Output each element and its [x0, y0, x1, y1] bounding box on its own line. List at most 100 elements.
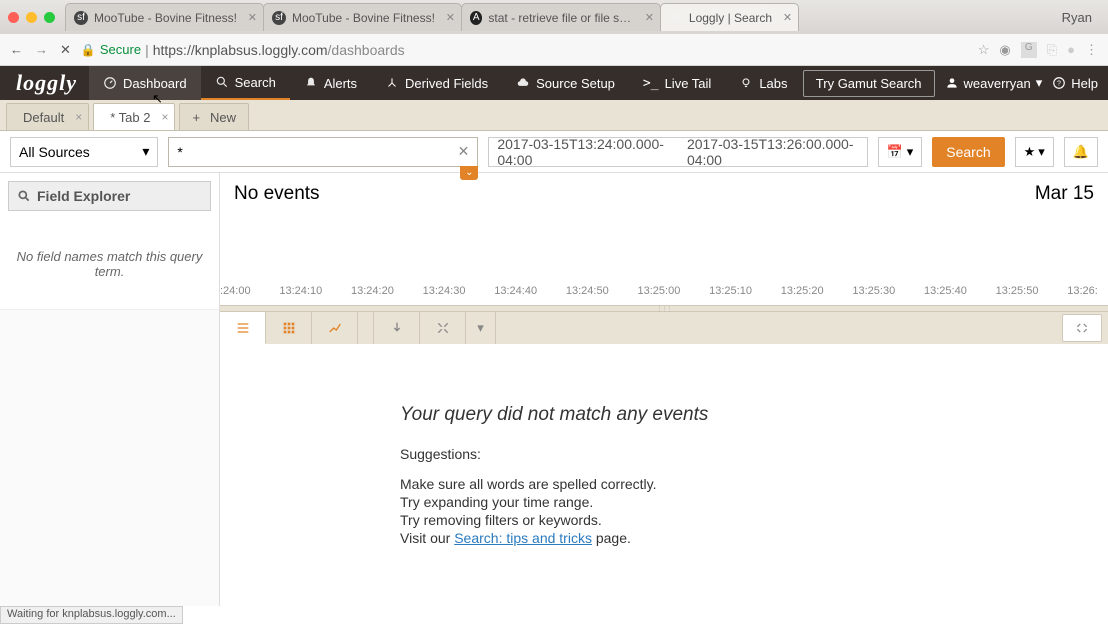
- grid-icon: [281, 320, 297, 336]
- menu-icon[interactable]: ⋮: [1085, 42, 1098, 58]
- close-tab-icon[interactable]: ✕: [446, 11, 455, 24]
- favicon-icon: sf: [272, 11, 286, 25]
- extension-icon[interactable]: ⎘: [1047, 42, 1057, 58]
- nav-label: Derived Fields: [405, 76, 488, 91]
- field-explorer-header[interactable]: Field Explorer: [8, 181, 211, 211]
- nav-source-setup[interactable]: Source Setup: [502, 66, 629, 100]
- window-controls[interactable]: [8, 12, 55, 23]
- stop-icon[interactable]: ✕: [60, 42, 71, 58]
- search-button[interactable]: Search: [932, 137, 1004, 167]
- chart-view-button[interactable]: [312, 312, 358, 344]
- browser-tab-strip: sf MooTube - Bovine Fitness! ✕ sf MooTub…: [0, 0, 1108, 34]
- help-link[interactable]: ? Help: [1052, 76, 1098, 91]
- svg-text:?: ?: [1057, 80, 1061, 87]
- tick: :24:00: [220, 285, 251, 297]
- horizontal-splitter[interactable]: [220, 305, 1108, 312]
- download-button[interactable]: [374, 312, 420, 344]
- nav-labs[interactable]: Labs: [725, 66, 801, 100]
- tick: 13:25:40: [924, 285, 967, 297]
- collapse-panel-button[interactable]: [1062, 314, 1102, 342]
- close-window-icon[interactable]: [8, 12, 19, 23]
- search-tab-default[interactable]: Default ×: [6, 103, 89, 130]
- left-panel: Field Explorer No field names match this…: [0, 173, 220, 606]
- calendar-button[interactable]: 📅 ▾: [878, 137, 923, 167]
- tick: 13:24:20: [351, 285, 394, 297]
- view-toolbar: ▾: [220, 312, 1108, 344]
- expand-icon: [435, 320, 451, 336]
- nav-alerts[interactable]: Alerts: [290, 66, 371, 100]
- browser-tab[interactable]: A stat - retrieve file or file system ✕: [461, 3, 661, 31]
- nav-live-tail[interactable]: >_ Live Tail: [629, 66, 725, 100]
- minimize-window-icon[interactable]: [26, 12, 37, 23]
- close-icon[interactable]: ×: [161, 110, 168, 124]
- close-tab-icon[interactable]: ✕: [248, 11, 257, 24]
- list-view-button[interactable]: [220, 312, 266, 344]
- search-tab-active[interactable]: * Tab 2 ×: [93, 103, 175, 130]
- suggestion-line: Make sure all words are spelled correctl…: [400, 476, 1068, 492]
- extension-icon[interactable]: G: [1021, 42, 1037, 58]
- new-label: New: [210, 110, 236, 125]
- browser-tab-active[interactable]: ◌ Loggly | Search ✕: [660, 3, 799, 31]
- caret-down-icon: ▾: [142, 143, 149, 160]
- tick: 13:25:30: [852, 285, 895, 297]
- nav-dashboard[interactable]: Dashboard: [89, 66, 201, 100]
- maximize-window-icon[interactable]: [44, 12, 55, 23]
- more-button[interactable]: ▾: [466, 312, 496, 344]
- tick: 13:25:10: [709, 285, 752, 297]
- nav-label: Source Setup: [536, 76, 615, 91]
- url-display[interactable]: 🔒 Secure | https://knplabsus.loggly.com/…: [81, 42, 968, 58]
- favorites-button[interactable]: ★ ▾: [1015, 137, 1054, 167]
- expand-button[interactable]: [420, 312, 466, 344]
- user-menu[interactable]: weaverryan ▾: [945, 75, 1043, 91]
- tick: 13:24:10: [279, 285, 322, 297]
- help-label: Help: [1071, 76, 1098, 91]
- browser-address-bar: ← → ✕ 🔒 Secure | https://knplabsus.loggl…: [0, 34, 1108, 66]
- source-select[interactable]: All Sources ▾: [10, 137, 158, 167]
- query-input[interactable]: * ✕ ⌄: [168, 137, 478, 167]
- no-results-heading: Your query did not match any events: [400, 404, 1068, 426]
- browser-tab[interactable]: sf MooTube - Bovine Fitness! ✕: [65, 3, 264, 31]
- caret-down-icon: ▾: [1036, 75, 1043, 91]
- suggestion-line: Try removing filters or keywords.: [400, 512, 1068, 528]
- favicon-icon: A: [470, 11, 483, 25]
- field-explorer-label: Field Explorer: [37, 188, 130, 204]
- user-icon: [945, 76, 959, 90]
- nav-label: Labs: [759, 76, 787, 91]
- loggly-logo[interactable]: loggly: [16, 66, 77, 100]
- tick: 13:24:30: [423, 285, 466, 297]
- browser-tab[interactable]: sf MooTube - Bovine Fitness! ✕: [263, 3, 462, 31]
- loading-spinner-icon: ◌: [669, 11, 683, 25]
- tick: 13:24:50: [566, 285, 609, 297]
- terminal-icon: >_: [643, 76, 659, 91]
- close-tab-icon[interactable]: ✕: [783, 11, 792, 24]
- events-header: No events Mar 15: [220, 173, 1108, 215]
- tips-link[interactable]: Search: tips and tricks: [454, 530, 592, 546]
- close-tab-icon[interactable]: ✕: [645, 11, 654, 24]
- nav-search[interactable]: Search: [201, 66, 290, 100]
- clear-icon[interactable]: ✕: [458, 143, 470, 160]
- lock-icon: 🔒: [81, 43, 96, 57]
- event-count: No events: [234, 183, 320, 205]
- alert-button[interactable]: 🔔: [1064, 137, 1098, 167]
- bulb-icon: [739, 76, 753, 90]
- chrome-profile[interactable]: Ryan: [1062, 10, 1100, 25]
- suggestion-line: Try expanding your time range.: [400, 494, 1068, 510]
- timeline-chart[interactable]: :24:00 13:24:10 13:24:20 13:24:30 13:24:…: [220, 215, 1108, 305]
- time-range[interactable]: 2017-03-15T13:24:00.000-04:00 2017-03-15…: [488, 137, 867, 167]
- nav-derived-fields[interactable]: Derived Fields: [371, 66, 502, 100]
- extension-icon[interactable]: ●: [1067, 42, 1075, 57]
- grid-view-button[interactable]: [266, 312, 312, 344]
- new-tab-button[interactable]: + New: [179, 103, 249, 130]
- chart-icon: [327, 320, 343, 336]
- separator: [358, 312, 374, 344]
- star-icon[interactable]: ☆: [978, 42, 990, 58]
- collapse-icon: [1075, 321, 1089, 335]
- try-gamut-button[interactable]: Try Gamut Search: [803, 70, 935, 97]
- browser-status-bar: Waiting for knplabsus.loggly.com...: [0, 606, 183, 624]
- extension-icon[interactable]: ◉: [999, 42, 1010, 58]
- plus-icon: +: [192, 110, 200, 125]
- suggestion-line: Visit our Search: tips and tricks page.: [400, 530, 1068, 546]
- close-icon[interactable]: ×: [75, 110, 82, 124]
- back-icon[interactable]: ←: [10, 42, 23, 58]
- nav-label: Dashboard: [123, 76, 187, 91]
